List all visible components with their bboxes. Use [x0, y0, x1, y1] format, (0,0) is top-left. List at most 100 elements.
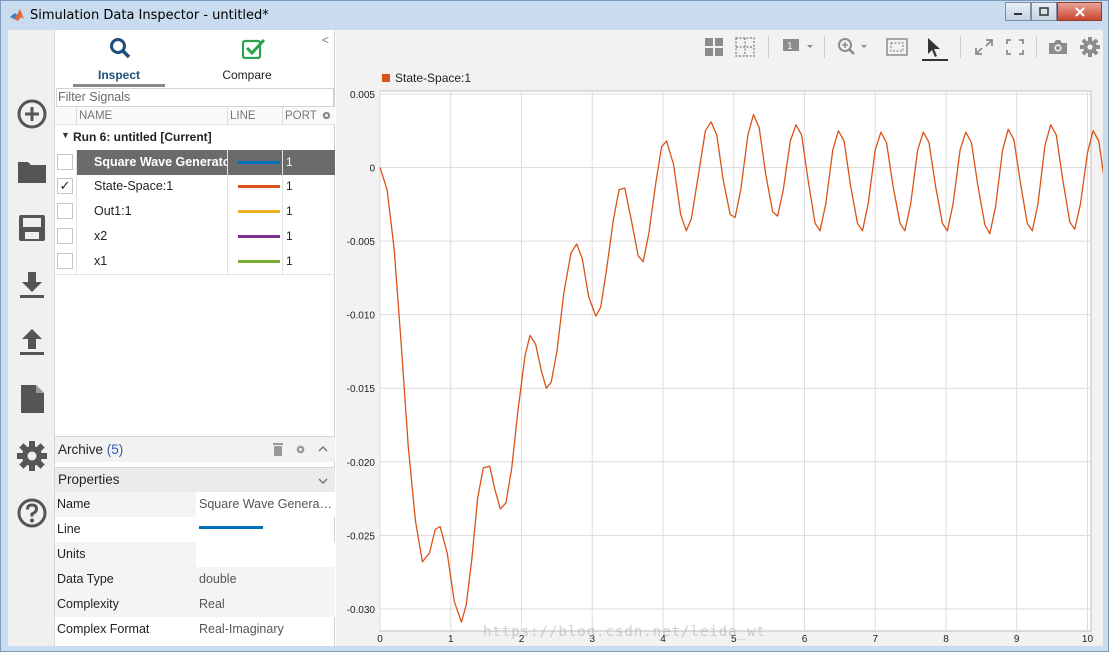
inspect-compare-tabs: Inspect Compare < [55, 30, 335, 88]
import-button[interactable] [8, 257, 55, 313]
signal-row[interactable]: ✓ State-Space:1 1 [55, 174, 335, 199]
signal-line-swatch[interactable] [238, 235, 280, 238]
signal-name: State-Space:1 [94, 179, 174, 193]
signal-port: 1 [286, 204, 293, 218]
property-key: Complex Format [57, 622, 150, 636]
minimize-button[interactable] [1005, 2, 1031, 21]
tab-inspect-label: Inspect [97, 68, 140, 82]
minimize-icon [1014, 12, 1022, 15]
report-icon [20, 385, 44, 413]
signal-table-header: NAME LINE PORT [55, 107, 335, 125]
trash-icon[interactable] [272, 442, 284, 456]
property-row: Data Type double [55, 567, 335, 592]
signal-name: Out1:1 [94, 204, 132, 218]
active-tab-indicator [73, 84, 165, 87]
x-tick-label: 0 [377, 634, 383, 645]
open-button[interactable] [8, 143, 55, 199]
title-bar[interactable]: Simulation Data Inspector - untitled* [1, 1, 1108, 29]
magnifier-icon [110, 38, 131, 59]
folder-icon [17, 162, 46, 183]
report-button[interactable] [8, 371, 55, 427]
maximize-button[interactable] [1031, 2, 1057, 21]
plot-legend[interactable]: State-Space:1 [382, 71, 471, 85]
chevron-down-icon[interactable] [318, 477, 328, 485]
new-run-button[interactable] [8, 86, 55, 142]
signal-name: x2 [94, 229, 108, 243]
expand-arrow-icon[interactable]: ▼ [61, 130, 70, 140]
column-settings-icon[interactable] [321, 110, 332, 121]
x-tick-label: 1 [448, 634, 454, 645]
signal-line-swatch[interactable] [238, 161, 280, 164]
x-tick-label: 10 [1082, 634, 1094, 645]
signal-line-swatch[interactable] [238, 260, 280, 263]
signal-checkbox[interactable] [57, 228, 73, 244]
collapse-panel-icon[interactable]: < [322, 33, 329, 47]
property-value: double [199, 572, 237, 586]
property-line-swatch[interactable] [199, 526, 263, 529]
matlab-logo-icon [10, 9, 24, 21]
y-tick-label: 0 [369, 164, 375, 175]
archive-label: Archive [58, 442, 104, 457]
chevron-up-icon[interactable] [318, 445, 328, 453]
plot-area: 1 0 1 2 3 4 5 6 7 8 9 10 0.005 0 -0.005 -0.010 -0.015 -0… [336, 30, 1103, 646]
column-port[interactable]: PORT [285, 110, 317, 122]
preferences-button[interactable] [8, 428, 55, 484]
import-icon [19, 272, 44, 298]
y-tick-label: -0.005 [347, 237, 376, 248]
signal-row[interactable]: Square Wave Generator:1 1 [55, 150, 335, 175]
y-tick-label: -0.025 [347, 531, 376, 542]
y-tick-label: -0.030 [347, 605, 376, 616]
filter-signals-input[interactable]: Filter Signals [56, 88, 334, 107]
property-value: Real-Imaginary [199, 622, 284, 636]
settings-icon [16, 441, 47, 471]
signal-row[interactable]: x2 1 [55, 224, 335, 249]
property-row: Units [55, 542, 335, 567]
signal-row[interactable]: Out1:1 1 [55, 199, 335, 224]
close-button[interactable] [1057, 2, 1102, 21]
save-icon [18, 215, 45, 241]
signal-checkbox[interactable] [57, 253, 73, 269]
x-tick-label: 6 [802, 634, 808, 645]
property-value[interactable]: Square Wave Generat... [199, 497, 333, 511]
column-line[interactable]: LINE [230, 110, 256, 122]
archive-section[interactable]: Archive (5) [55, 436, 335, 462]
signal-checkbox[interactable] [57, 154, 73, 170]
save-button[interactable] [8, 200, 55, 256]
property-row: Name Square Wave Generat... [55, 492, 335, 517]
run-label: Run 6: untitled [Current] [73, 130, 212, 144]
export-button[interactable] [8, 314, 55, 370]
app-window: Simulation Data Inspector - untitled* In… [0, 0, 1109, 652]
close-icon [1074, 6, 1085, 17]
signal-name: x1 [94, 254, 108, 268]
signal-row[interactable]: x1 1 [55, 249, 335, 274]
legend-swatch [382, 74, 390, 82]
signal-plot[interactable]: 0 1 2 3 4 5 6 7 8 9 100.0050-0.005-0.010-0.015-0.0… [336, 30, 1103, 646]
column-name[interactable]: NAME [79, 110, 112, 122]
signal-checkbox[interactable] [57, 203, 73, 219]
signal-line-swatch[interactable] [238, 185, 280, 188]
run-node[interactable]: ▼ Run 6: untitled [Current] [55, 127, 335, 147]
plot-background [379, 90, 1092, 632]
archive-settings-icon[interactable] [295, 444, 306, 455]
tab-compare-label: Compare [222, 68, 272, 82]
watermark-text: https://blog.csdn.net/leida_wt [483, 624, 766, 640]
property-key: Name [57, 497, 91, 511]
signals-panel: Inspect Compare < Filter Signals NAME LI… [55, 30, 335, 646]
help-button[interactable] [8, 485, 55, 541]
property-key: Line [57, 522, 81, 536]
signal-checkbox[interactable]: ✓ [57, 178, 73, 194]
x-tick-label: 7 [872, 634, 878, 645]
archive-count: (5) [106, 442, 124, 457]
tab-compare[interactable]: Compare [197, 35, 297, 87]
property-value: Real [199, 597, 225, 611]
checkmark-icon [242, 38, 266, 59]
properties-header[interactable]: Properties [55, 467, 335, 492]
signal-line-swatch[interactable] [238, 210, 280, 213]
property-key: Units [57, 547, 86, 561]
client-area: Inspect Compare < Filter Signals NAME LI… [8, 30, 1103, 646]
legend-label: State-Space:1 [395, 71, 472, 85]
tab-inspect[interactable]: Inspect [69, 35, 169, 87]
export-icon [19, 329, 44, 355]
property-key: Data Type [57, 572, 114, 586]
property-row: Complexity Real [55, 592, 335, 617]
